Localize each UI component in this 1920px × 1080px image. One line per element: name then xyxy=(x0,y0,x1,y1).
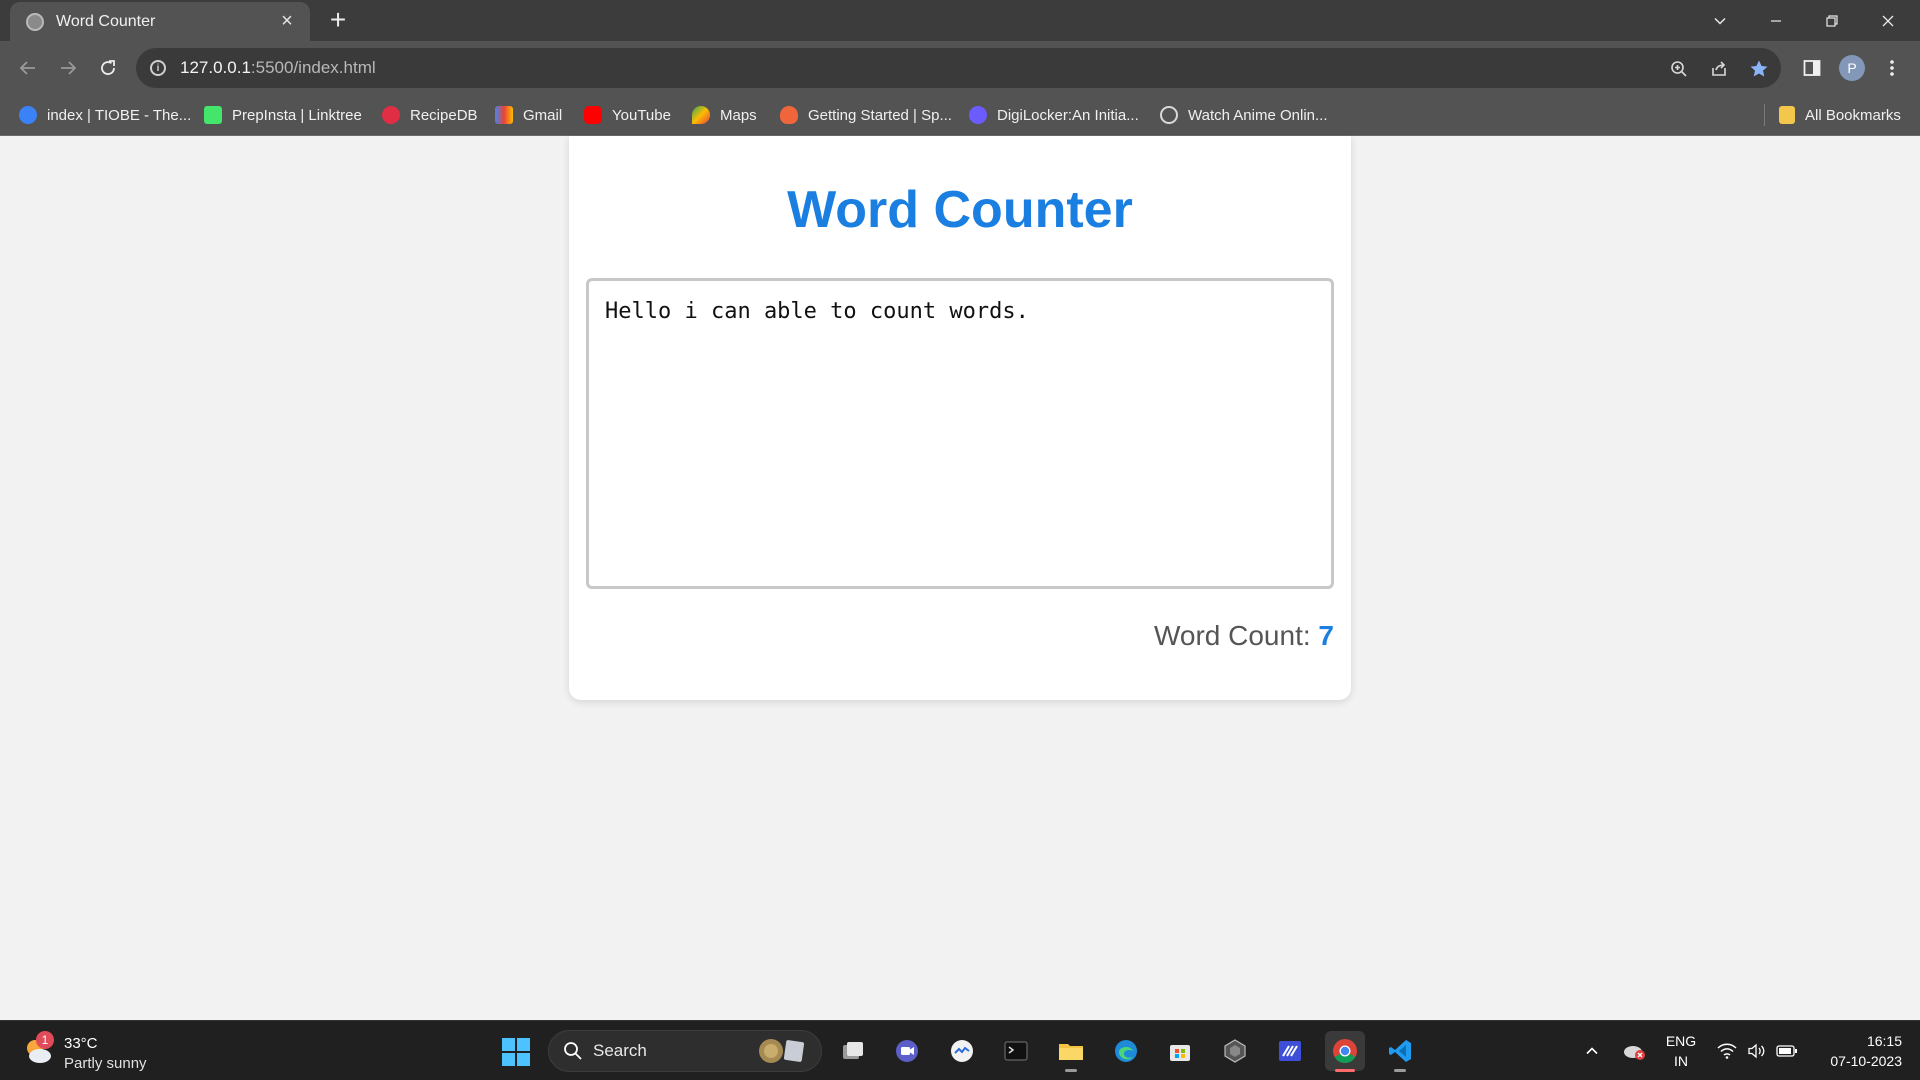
windows-start-icon[interactable] xyxy=(502,1038,530,1066)
word-count-label: Word Count: xyxy=(1153,620,1319,651)
tab-search-chevron-icon[interactable] xyxy=(1692,0,1748,41)
flame-icon xyxy=(780,106,798,124)
address-bar[interactable]: i 127.0.0.1:5500/index.html xyxy=(136,48,1781,88)
linktree-icon xyxy=(204,106,222,124)
gmail-icon xyxy=(495,106,513,124)
url-path: :5500/index.html xyxy=(250,58,376,77)
show-hidden-icons-chevron[interactable] xyxy=(1580,1021,1604,1080)
terminal-icon[interactable] xyxy=(996,1031,1036,1071)
bookmark-prepinsta[interactable]: PrepInsta | Linktree xyxy=(204,95,362,135)
new-tab-button[interactable]: + xyxy=(324,6,352,34)
search-highlight-icon xyxy=(759,1039,805,1063)
recipedb-icon xyxy=(382,106,400,124)
word-count-value: 7 xyxy=(1318,620,1334,651)
search-label: Search xyxy=(593,1041,647,1060)
onedrive-error-icon[interactable] xyxy=(1620,1021,1648,1080)
close-window-button[interactable] xyxy=(1860,0,1916,41)
restore-button[interactable] xyxy=(1804,0,1860,41)
taskbar: 1 33°C Partly sunny Search ENG IN 16:15 … xyxy=(0,1020,1920,1080)
bookmarks-divider xyxy=(1764,104,1765,126)
unity-hub-icon[interactable] xyxy=(1215,1031,1255,1071)
tiobe-icon xyxy=(19,106,37,124)
bookmark-star-icon[interactable] xyxy=(1747,57,1771,81)
zoom-icon[interactable] xyxy=(1667,57,1691,81)
bookmark-maps[interactable]: Maps xyxy=(692,95,757,135)
close-tab-icon[interactable]: × xyxy=(276,10,298,33)
file-explorer-icon[interactable] xyxy=(1051,1031,1091,1072)
word-count-display: Word Count: 7 xyxy=(1154,620,1334,652)
site-info-icon[interactable]: i xyxy=(150,60,166,76)
tab-title: Word Counter xyxy=(56,12,156,30)
text-input[interactable] xyxy=(586,278,1334,589)
battery-icon[interactable] xyxy=(1774,1021,1800,1080)
chrome-icon[interactable] xyxy=(1325,1031,1365,1072)
bookmark-getting-started[interactable]: Getting Started | Sp... xyxy=(780,95,952,135)
back-button[interactable] xyxy=(14,54,42,82)
bookmark-gmail[interactable]: Gmail xyxy=(495,95,562,135)
weather-widget[interactable]: 1 33°C Partly sunny xyxy=(22,1029,202,1073)
task-view-icon[interactable] xyxy=(833,1031,873,1071)
folder-icon xyxy=(1779,106,1795,124)
language-indicator[interactable]: ENG IN xyxy=(1661,1031,1701,1071)
weather-temp: 33°C xyxy=(64,1035,98,1052)
bookmarks-bar: index | TIOBE - The... PrepInsta | Linkt… xyxy=(0,95,1920,136)
all-bookmarks-button[interactable]: All Bookmarks xyxy=(1779,95,1901,135)
browser-toolbar: i 127.0.0.1:5500/index.html P xyxy=(0,41,1920,95)
vscode-icon[interactable] xyxy=(1380,1031,1420,1072)
edge-icon[interactable] xyxy=(1106,1031,1146,1071)
taskbar-search[interactable]: Search xyxy=(548,1030,822,1072)
bookmark-watch-anime[interactable]: Watch Anime Onlin... xyxy=(1160,95,1328,135)
forward-button[interactable] xyxy=(54,54,82,82)
url-host: 127.0.0.1 xyxy=(180,58,251,77)
menu-kebab-icon[interactable] xyxy=(1878,54,1906,82)
chart-app-icon[interactable] xyxy=(942,1031,982,1071)
reload-button[interactable] xyxy=(94,54,122,82)
bookmark-youtube[interactable]: YouTube xyxy=(584,95,671,135)
bookmark-tiobe[interactable]: index | TIOBE - The... xyxy=(19,95,191,135)
tab-strip: Word Counter × + xyxy=(0,0,1920,41)
running-indicator xyxy=(1065,1069,1077,1072)
microsoft-store-icon[interactable] xyxy=(1160,1031,1200,1071)
youtube-icon xyxy=(584,106,602,124)
tab-word-counter[interactable]: Word Counter × xyxy=(10,2,310,41)
teams-chat-icon[interactable] xyxy=(887,1031,927,1071)
weather-desc: Partly sunny xyxy=(64,1055,147,1072)
share-icon[interactable] xyxy=(1707,57,1731,81)
running-indicator xyxy=(1394,1069,1406,1072)
visual-studio-icon[interactable] xyxy=(1270,1031,1310,1071)
globe-icon xyxy=(26,12,44,31)
side-panel-icon[interactable] xyxy=(1798,54,1826,82)
profile-initial: P xyxy=(1839,55,1865,81)
anime-site-icon xyxy=(1160,106,1178,124)
volume-icon[interactable] xyxy=(1744,1021,1770,1080)
maps-icon xyxy=(692,106,710,124)
word-counter-card: Word Counter Word Count: 7 xyxy=(569,136,1351,700)
weather-badge: 1 xyxy=(36,1031,54,1049)
minimize-button[interactable] xyxy=(1748,0,1804,41)
system-clock[interactable]: 16:15 07-10-2023 xyxy=(1806,1031,1902,1071)
wifi-icon[interactable] xyxy=(1714,1021,1740,1080)
profile-avatar[interactable]: P xyxy=(1838,54,1866,82)
bookmark-digilocker[interactable]: DigiLocker:An Initia... xyxy=(969,95,1139,135)
cloud-icon xyxy=(969,106,987,124)
bookmark-recipedb[interactable]: RecipeDB xyxy=(382,95,478,135)
active-indicator xyxy=(1335,1069,1355,1072)
search-icon xyxy=(564,1042,582,1060)
page-title: Word Counter xyxy=(787,181,1133,239)
